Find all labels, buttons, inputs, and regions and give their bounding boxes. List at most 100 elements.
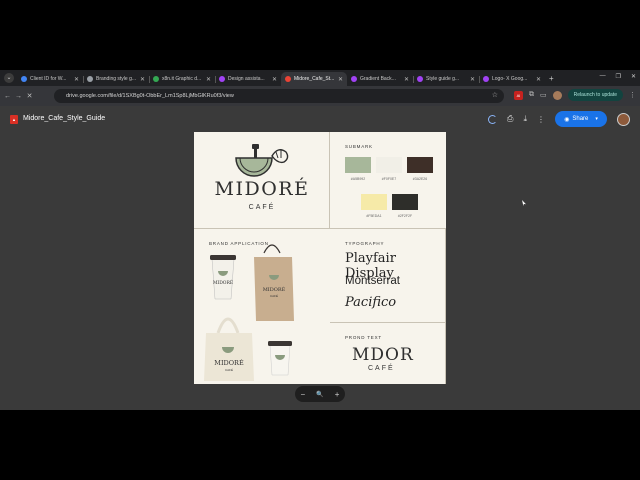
- submark-section: SUBMARK #A5B992 #F0F0E7 #3A2E26 #F5EDA1 #2F2…: [330, 132, 446, 229]
- tab-close-icon[interactable]: ✕: [206, 76, 211, 83]
- zoom-in-icon[interactable]: +: [335, 390, 340, 399]
- close-window-icon[interactable]: ✕: [631, 73, 636, 80]
- profile-avatar[interactable]: [552, 90, 562, 100]
- zoom-icon[interactable]: 🔍: [316, 391, 323, 398]
- bag-cafe-text: CAFÉ: [270, 293, 278, 298]
- browser-tab[interactable]: Logo- X Goog... ✕: [479, 72, 545, 86]
- tab-title: Style guide g...: [426, 76, 460, 82]
- bookmark-star-icon[interactable]: ☆: [492, 89, 498, 103]
- browser-toolbar: ← → ✕ drive.google.com/file/d/1SXBg0t-Ob…: [0, 86, 640, 106]
- coffee-cup-mockup: MIDORÉ: [210, 255, 236, 300]
- account-avatar[interactable]: [617, 112, 630, 126]
- color-swatch: [361, 194, 387, 210]
- loading-spinner-icon: [488, 114, 498, 124]
- color-code: #F0F0E7: [381, 177, 397, 181]
- viewer-actions: ⎙ ⤓ ⋮ ◉ Share ▾: [488, 111, 630, 127]
- extension-icon[interactable]: AI: [514, 90, 523, 100]
- color-code: #3A2E26: [412, 177, 428, 181]
- tab-favicon-icon: [153, 76, 159, 82]
- tab-strip: ⌄ Client ID for W... ✕ Branding style g...…: [0, 70, 640, 86]
- tab-close-icon[interactable]: ✕: [404, 76, 409, 83]
- color-swatch: [392, 194, 418, 210]
- browser-tab[interactable]: Style guide g... ✕: [413, 72, 479, 86]
- paper-bag-mockup: MIDORÉ CAFÉ: [254, 244, 294, 321]
- viewer-header: ▲ Midore_Cafe_Style_Guide ⎙ ⤓ ⋮ ◉ Share …: [0, 106, 640, 132]
- typography-label: TYPOGRAPHY: [345, 241, 385, 246]
- tab-title: Client ID for W...: [30, 76, 67, 82]
- share-dropdown-icon[interactable]: ▾: [595, 116, 598, 122]
- toolbar-right: AI ⧉ ▭ Relaunch to update ⋮: [514, 89, 636, 101]
- more-options-icon[interactable]: ⋮: [537, 115, 545, 124]
- file-name: Midore_Cafe_Style_Guide: [23, 115, 106, 122]
- tab-favicon-icon: [417, 76, 423, 82]
- color-code: #A5B992: [350, 177, 366, 181]
- zoom-out-icon[interactable]: −: [301, 390, 306, 399]
- logo-subtitle: CAFÉ: [248, 204, 276, 211]
- menu-kebab-icon[interactable]: ⋮: [629, 91, 636, 99]
- tab-favicon-icon: [351, 76, 357, 82]
- tote-brand-text: MIDORÉ: [214, 358, 244, 367]
- tote-bag-mockup: MIDORÉ CAFÉ: [204, 317, 254, 381]
- tab-close-icon[interactable]: ✕: [536, 76, 541, 83]
- cafe-logo-icon: [235, 144, 289, 177]
- small-cup-mockup: [268, 341, 292, 376]
- tab-favicon-icon: [219, 76, 225, 82]
- share-button[interactable]: ◉ Share ▾: [555, 111, 607, 127]
- screen: ⌄ Client ID for W... ✕ Branding style g...…: [0, 0, 640, 480]
- forward-icon[interactable]: →: [13, 93, 24, 100]
- address-bar[interactable]: drive.google.com/file/d/1SXBg0t-ObbEr_Lm…: [54, 89, 504, 103]
- relaunch-button[interactable]: Relaunch to update: [567, 89, 623, 101]
- color-code: #2F2F2F: [397, 214, 413, 218]
- tab-close-icon[interactable]: ✕: [74, 76, 79, 83]
- tab-title: Logo- X Goog...: [492, 76, 528, 82]
- brand-application-section: BRAND APPLICATION MIDORÉ MIDORÉ CAFÉ MID…: [194, 229, 330, 384]
- tab-close-icon[interactable]: ✕: [338, 76, 343, 83]
- zoom-controls: − 🔍 +: [295, 386, 345, 402]
- extensions-puzzle-icon[interactable]: ⧉: [529, 91, 534, 99]
- globe-icon: ◉: [564, 116, 570, 123]
- brand-text-label: PROND TEXT: [345, 335, 382, 340]
- logo-name: MIDORÉ: [214, 178, 310, 200]
- tab-title: Midore_Cafe_St...: [294, 76, 335, 82]
- tab-search-icon[interactable]: ⌄: [4, 73, 14, 83]
- bag-brand-text: MIDORÉ: [263, 285, 286, 293]
- back-icon[interactable]: ←: [2, 93, 13, 100]
- tab-title: Design assista...: [228, 76, 265, 82]
- tab-close-icon[interactable]: ✕: [470, 76, 475, 83]
- document-page: MIDORÉ CAFÉ SUBMARK #A5B992 #F0F0E7 #3A2E2…: [194, 132, 446, 384]
- drive-viewer: ▲ Midore_Cafe_Style_Guide ⎙ ⤓ ⋮ ◉ Share …: [0, 106, 640, 410]
- browser-tab[interactable]: Design assista... ✕: [215, 72, 281, 86]
- submark-label: SUBMARK: [345, 144, 373, 149]
- browser-tab[interactable]: Midore_Cafe_St... ✕: [281, 72, 347, 86]
- new-tab-icon[interactable]: +: [549, 74, 554, 83]
- brand-text-section: PROND TEXT MDOR CAFÉ: [330, 323, 446, 384]
- typography-section: TYPOGRAPHY Playfair Display Montserrat P…: [330, 229, 446, 323]
- color-code: #F5EDA1: [366, 214, 382, 218]
- url-text: drive.google.com/file/d/1SXBg0t-ObbEr_Lm…: [66, 93, 234, 99]
- browser-window: ⌄ Client ID for W... ✕ Branding style g...…: [0, 70, 640, 410]
- tab-close-icon[interactable]: ✕: [140, 76, 145, 83]
- browser-tab[interactable]: Branding style g... ✕: [83, 72, 149, 86]
- brand-text-subtitle: CAFÉ: [368, 365, 395, 372]
- browser-tab[interactable]: Client ID for W... ✕: [17, 72, 83, 86]
- brand-mockups-illustration: MIDORÉ MIDORÉ CAFÉ MIDORÉ CAFÉ: [204, 244, 294, 381]
- browser-tab[interactable]: Gradient Back... ✕: [347, 72, 413, 86]
- maximize-icon[interactable]: ❐: [616, 73, 621, 80]
- tab-close-icon[interactable]: ✕: [272, 76, 277, 83]
- color-swatch: [376, 157, 402, 173]
- tab-title: Branding style g...: [96, 76, 137, 82]
- tab-favicon-icon: [483, 76, 489, 82]
- stop-loading-icon[interactable]: ✕: [24, 92, 35, 100]
- print-icon[interactable]: ⎙: [507, 114, 513, 124]
- font-sample-pacifico: Pacifico: [345, 295, 397, 310]
- logo-section: MIDORÉ CAFÉ: [194, 132, 330, 229]
- font-sample-montserrat: Montserrat: [345, 275, 400, 287]
- side-panel-icon[interactable]: ▭: [540, 91, 547, 99]
- tab-favicon-icon: [87, 76, 93, 82]
- tab-favicon-icon: [285, 76, 291, 82]
- pdf-file-icon: ▲: [10, 115, 18, 124]
- tote-cafe-text: CAFÉ: [225, 367, 233, 372]
- download-icon[interactable]: ⤓: [523, 114, 527, 124]
- minimize-icon[interactable]: —: [600, 73, 606, 80]
- browser-tab[interactable]: x8n.it Graphic d... ✕: [149, 72, 215, 86]
